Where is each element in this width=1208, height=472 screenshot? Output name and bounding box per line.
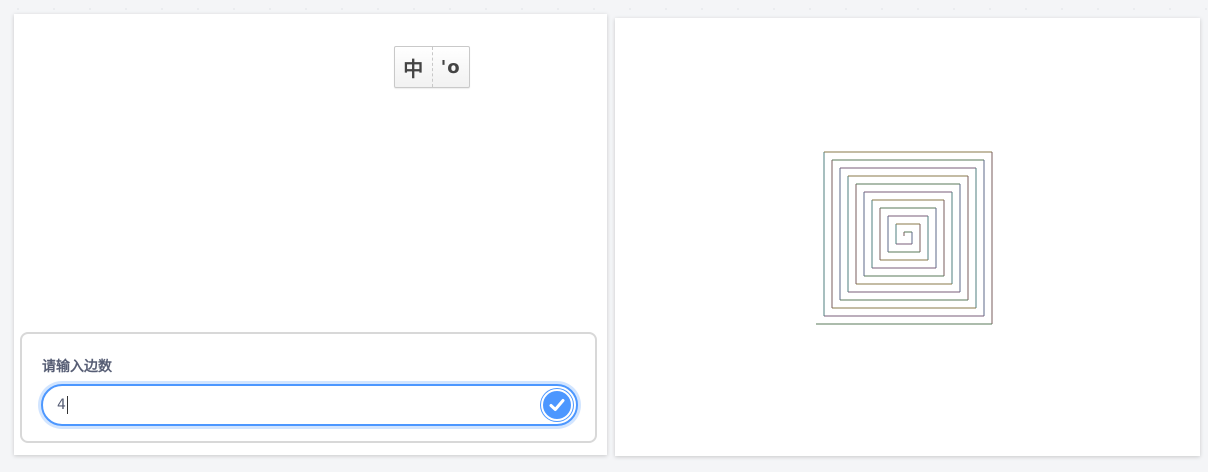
submit-answer-button[interactable] [541,389,573,421]
right-stage-panel [615,18,1200,456]
square-spiral-drawing [816,151,993,325]
text-caret [67,396,68,414]
answer-input[interactable] [57,394,517,416]
ime-mode-button[interactable]: 中 [395,47,433,87]
left-stage-panel: 中 'o 请输入边数 [14,14,607,455]
check-icon [549,399,565,411]
ask-prompt: 请输入边数 [42,359,112,375]
scratch-player: 中 'o 请输入边数 [0,0,1208,472]
answer-field-container [41,384,578,426]
ime-toolbar: 中 'o [394,46,470,88]
ime-punctuation-label: 'o [440,56,461,78]
ime-mode-label: 中 [403,56,424,81]
ask-dialog: 请输入边数 [20,332,597,443]
ime-punctuation-button[interactable]: 'o [433,47,470,87]
